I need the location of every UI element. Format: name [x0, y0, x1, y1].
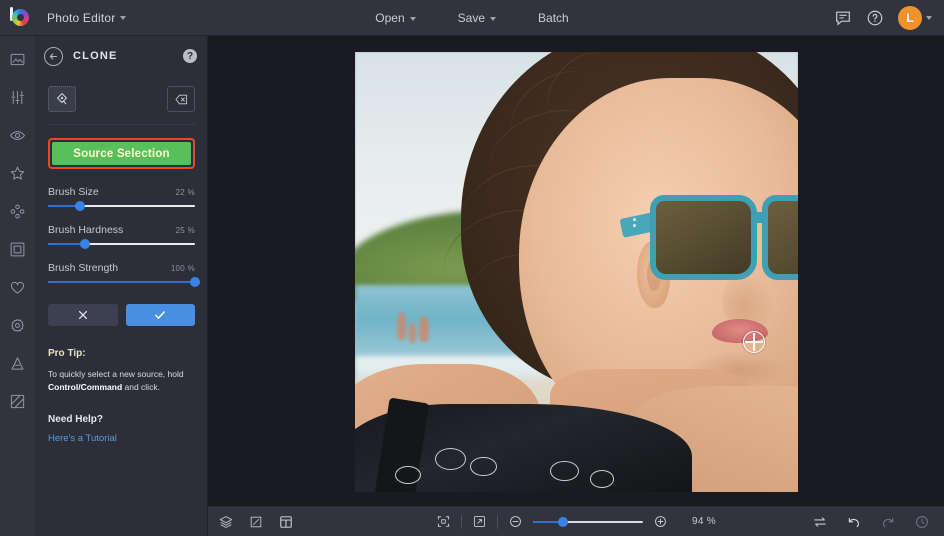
chevron-down-icon	[926, 16, 932, 20]
source-selection-highlight: Source Selection	[48, 138, 195, 169]
swap-arrows-icon[interactable]	[812, 514, 828, 530]
brush-size-slider-block: Brush Size 22 %	[48, 186, 195, 207]
pro-tip-text-bold: Control/Command	[48, 382, 122, 392]
chevron-down-icon	[120, 16, 126, 20]
page-title: CLONE	[73, 50, 118, 62]
pro-tip-block: Pro Tip: To quickly select a new source,…	[36, 348, 207, 446]
avatar: L	[898, 6, 922, 30]
question-mark-icon[interactable]: ?	[183, 49, 197, 63]
clone-tool-panel: CLONE ?	[36, 36, 208, 536]
brush-hardness-value: 25 %	[176, 226, 195, 235]
crop-icon[interactable]	[248, 514, 264, 530]
open-menu-label: Open	[375, 11, 404, 25]
panel-header: CLONE ?	[36, 40, 207, 72]
zoom-in-button[interactable]	[653, 514, 668, 529]
pro-tip-text-after: and click.	[122, 382, 160, 392]
tutorial-link[interactable]: Here's a Tutorial	[48, 433, 117, 444]
top-bar-menus: Open Save Batch	[0, 0, 944, 36]
sidebar-item-overlays[interactable]	[5, 198, 31, 224]
sidebar-item-photo[interactable]	[5, 46, 31, 72]
panel-body: Source Selection Brush Size 22 % Brush H…	[36, 72, 207, 326]
batch-label: Batch	[538, 11, 569, 25]
batch-button[interactable]: Batch	[530, 6, 577, 30]
zoom-percent-label: 94 %	[692, 516, 716, 527]
brush-size-value: 22 %	[176, 188, 195, 197]
chevron-down-icon	[490, 17, 496, 21]
sidebar-item-textures[interactable]	[5, 388, 31, 414]
panel-action-row	[48, 304, 195, 326]
clone-source-crosshair-icon[interactable]	[743, 331, 765, 353]
chat-bubble-icon[interactable]	[834, 9, 852, 27]
fit-screen-icon[interactable]	[436, 514, 451, 529]
brush-strength-value: 100 %	[171, 264, 195, 273]
photo-canvas[interactable]	[355, 52, 798, 492]
panel-layout-icon[interactable]	[278, 514, 294, 530]
cancel-button[interactable]	[48, 304, 118, 326]
pro-tip-title: Pro Tip:	[48, 348, 195, 359]
bottom-bar-right-tools	[812, 514, 944, 530]
sidebar-item-text[interactable]	[5, 350, 31, 376]
bottom-bar: 94 %	[208, 506, 944, 536]
brush-strength-slider[interactable]	[48, 281, 195, 283]
left-tool-rail	[0, 36, 36, 536]
top-bar-right-actions: L	[834, 6, 944, 30]
save-menu-label: Save	[458, 11, 485, 25]
app-title-label: Photo Editor	[47, 11, 115, 25]
brush-hardness-label: Brush Hardness	[48, 224, 123, 236]
photo-image	[355, 52, 798, 492]
brush-hardness-slider[interactable]	[48, 243, 195, 245]
open-menu-button[interactable]: Open	[367, 6, 423, 30]
brush-size-slider[interactable]	[48, 205, 195, 207]
expand-arrow-icon[interactable]	[472, 514, 487, 529]
clone-stamp-icon[interactable]	[48, 86, 76, 112]
user-account-menu[interactable]: L	[898, 6, 932, 30]
apply-button[interactable]	[126, 304, 196, 326]
back-arrow-circle-icon[interactable]	[44, 47, 63, 66]
bottom-bar-left-tools	[208, 514, 294, 530]
zoom-out-button[interactable]	[508, 514, 523, 529]
sidebar-item-beautify[interactable]	[5, 274, 31, 300]
undo-arrow-icon[interactable]	[846, 514, 862, 530]
question-circle-icon[interactable]	[866, 9, 884, 27]
redo-arrow-icon[interactable]	[880, 514, 896, 530]
layers-icon[interactable]	[218, 514, 234, 530]
brush-hardness-slider-block: Brush Hardness 25 %	[48, 224, 195, 245]
brush-strength-label: Brush Strength	[48, 262, 118, 274]
sidebar-item-stickers[interactable]	[5, 312, 31, 338]
sidebar-item-retouch[interactable]	[5, 122, 31, 148]
sidebar-item-frames[interactable]	[5, 236, 31, 262]
app-title-menu[interactable]: Photo Editor	[40, 6, 133, 30]
top-bar: Photo Editor Open Save Batch	[0, 0, 944, 36]
canvas-area[interactable]	[208, 36, 944, 506]
sidebar-item-effects[interactable]	[5, 160, 31, 186]
brush-strength-slider-block: Brush Strength 100 %	[48, 262, 195, 283]
color-wheel-logo-icon	[8, 7, 30, 29]
save-menu-button[interactable]: Save	[450, 6, 504, 30]
sidebar-item-adjust[interactable]	[5, 84, 31, 110]
pro-tip-text-before: To quickly select a new source, hold	[48, 369, 184, 379]
eraser-icon[interactable]	[167, 86, 195, 112]
source-selection-button[interactable]: Source Selection	[52, 142, 191, 165]
photo-editor-window: Photo Editor Open Save Batch	[0, 0, 944, 536]
pro-tip-text: To quickly select a new source, hold Con…	[48, 368, 195, 394]
clone-tool-row	[48, 80, 195, 125]
brush-size-label: Brush Size	[48, 186, 99, 198]
chevron-down-icon	[410, 17, 416, 21]
clock-icon[interactable]	[914, 514, 930, 530]
zoom-slider[interactable]	[533, 521, 643, 523]
need-help-title: Need Help?	[48, 414, 195, 425]
